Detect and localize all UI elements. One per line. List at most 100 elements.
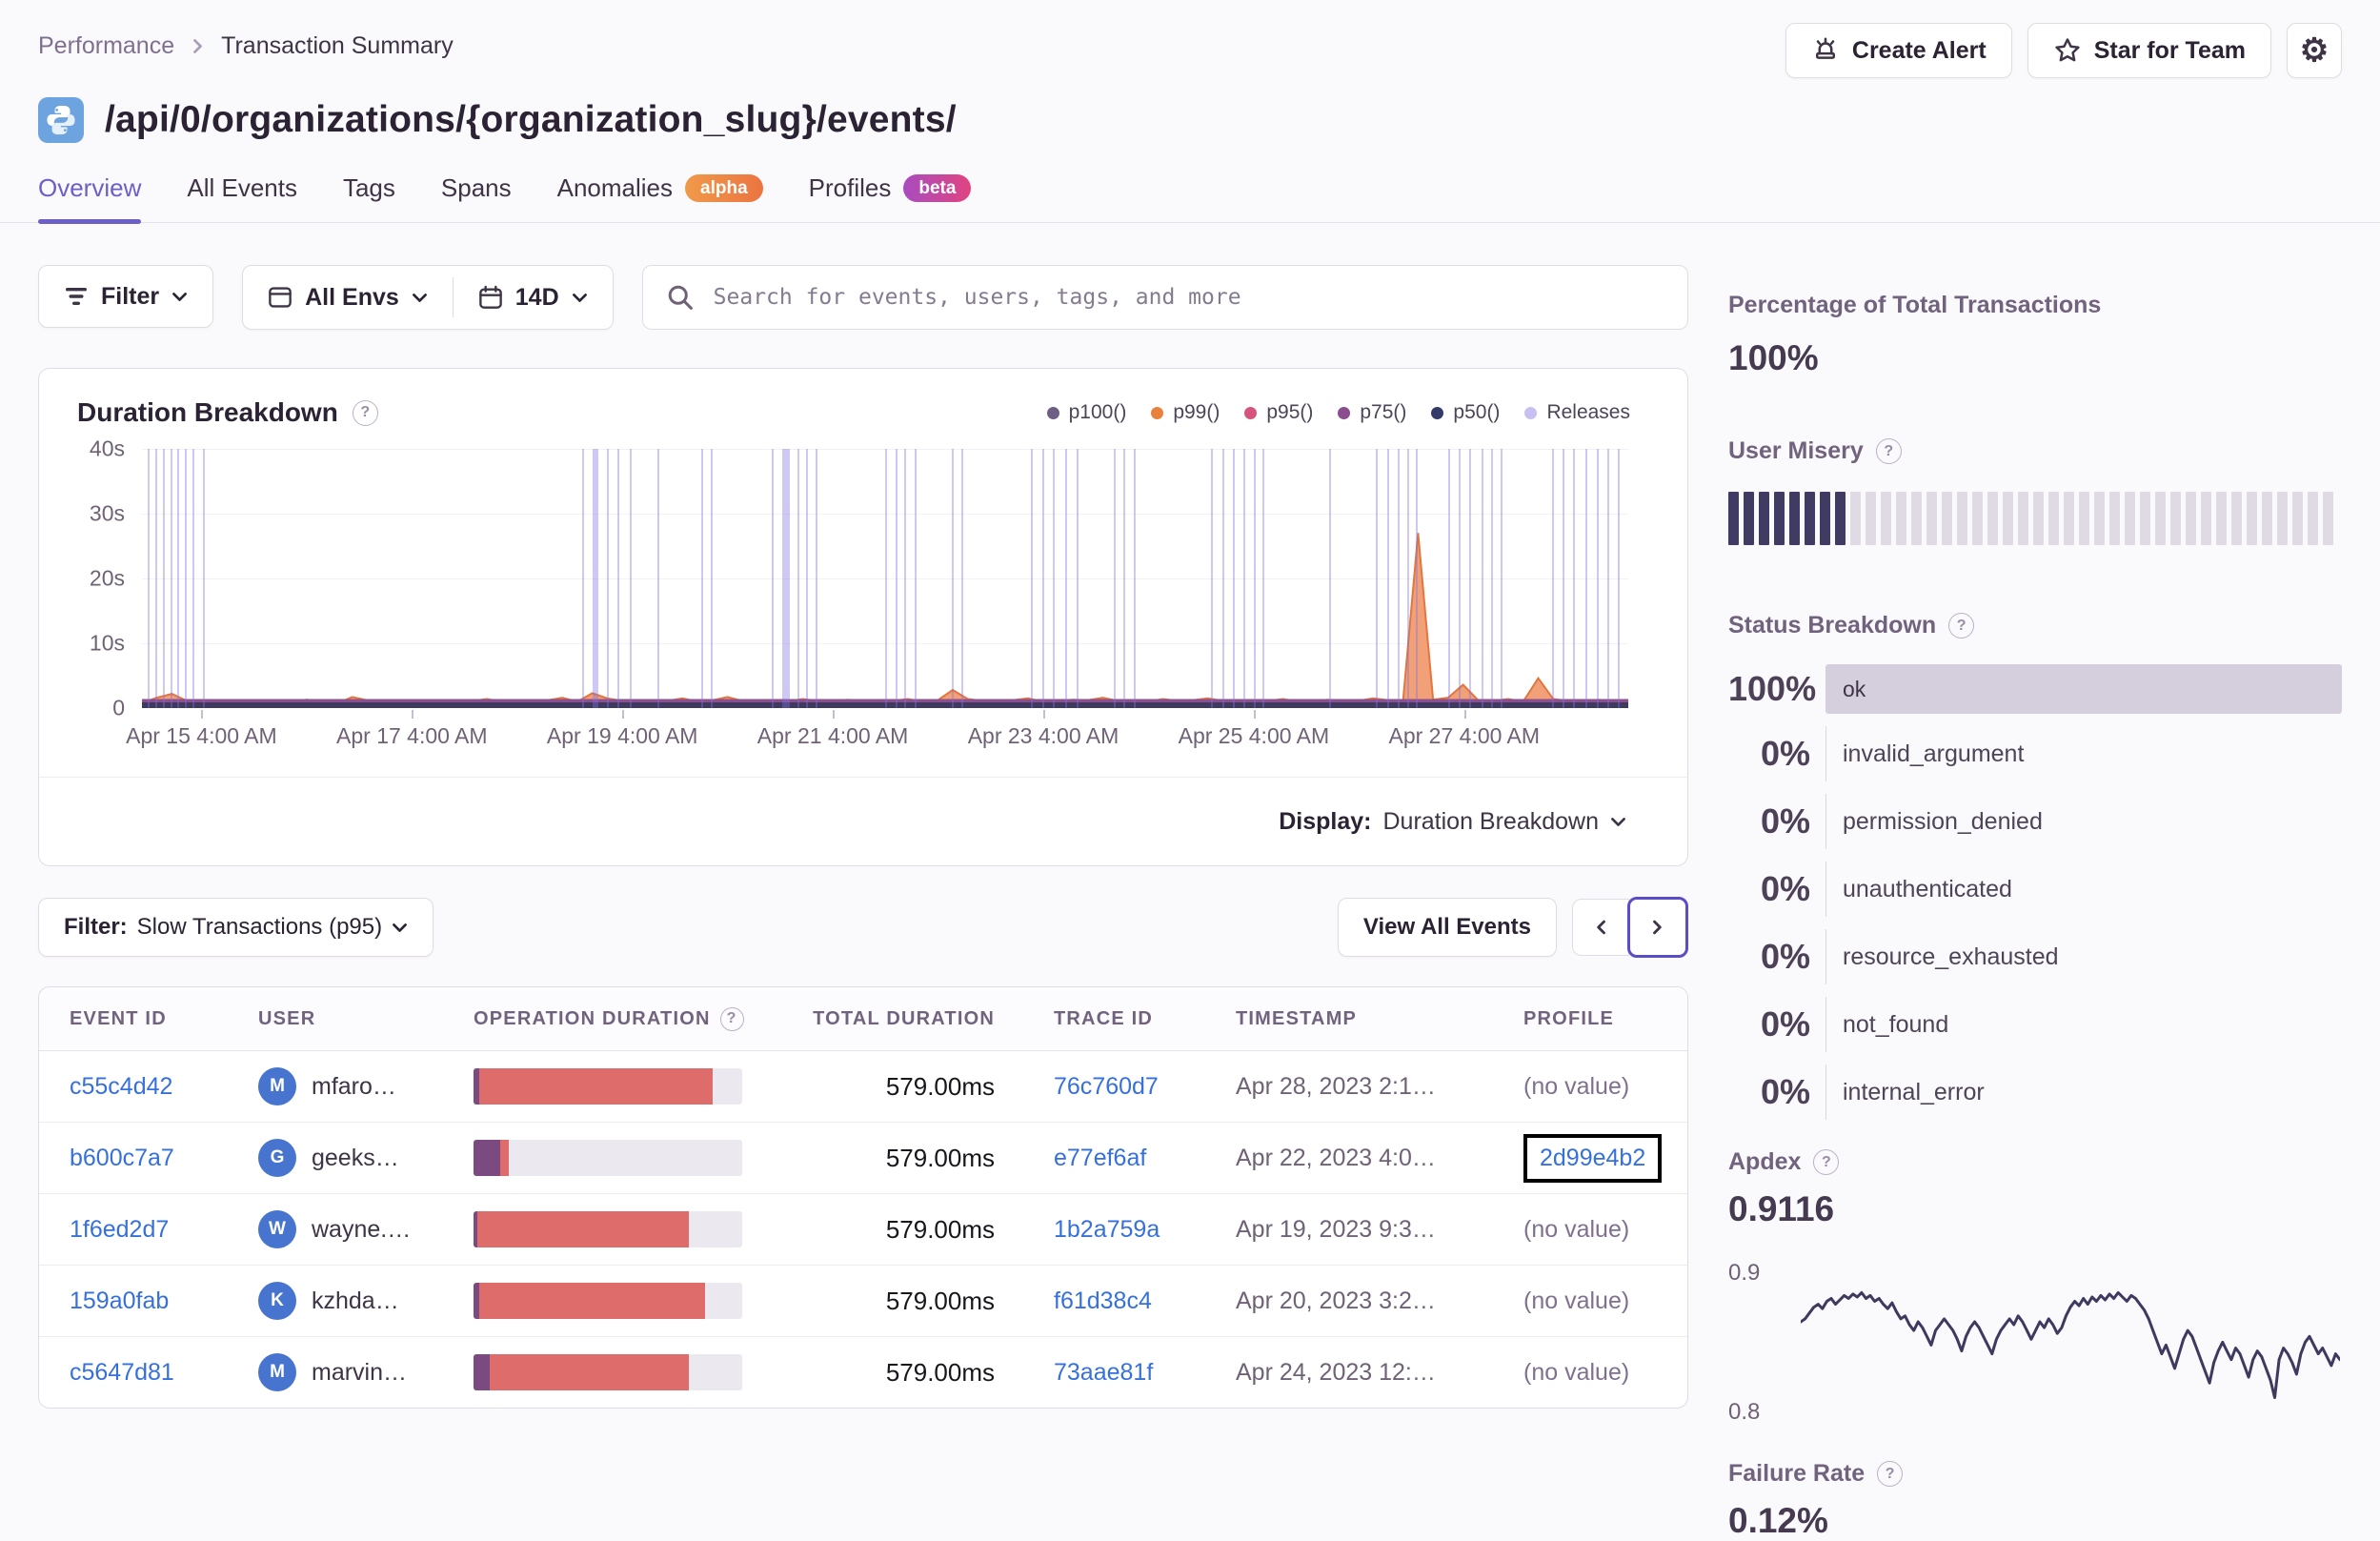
legend-item-p50[interactable]: p50() — [1431, 401, 1500, 424]
x-tick-mark — [412, 710, 414, 719]
status-label: not_found — [1843, 1010, 1949, 1038]
failure-rate-section: Failure Rate ? 0.12% — [1728, 1460, 2342, 1541]
misery-tick — [2277, 492, 2288, 545]
help-icon[interactable]: ? — [1877, 1461, 1904, 1487]
x-axis: Apr 15 4:00 AM Apr 17 4:00 AM Apr 19 4:00 … — [126, 710, 1628, 756]
chevron-down-icon — [1611, 817, 1625, 826]
misery-tick — [1881, 492, 1891, 545]
column-header-profile[interactable]: PROFILE — [1523, 1008, 1687, 1030]
y-tick-label: 20s — [89, 565, 125, 591]
operation-duration-bar[interactable] — [474, 1283, 742, 1319]
trace-id-link[interactable]: 73aae81f — [1054, 1359, 1153, 1386]
column-header-operation-duration[interactable]: OPERATION DURATION? — [474, 1006, 759, 1031]
profile-no-value: (no value) — [1523, 1072, 1630, 1100]
operation-duration-bar[interactable] — [474, 1354, 742, 1390]
percentage-total-label: Percentage of Total Transactions — [1728, 292, 2102, 318]
tab-profiles[interactable]: Profiles beta — [809, 173, 972, 222]
misery-tick — [1835, 492, 1846, 545]
user-cell: Wwayne.… — [258, 1210, 474, 1248]
misery-tick — [1957, 492, 1967, 545]
trace-id-link[interactable]: 1b2a759a — [1054, 1216, 1160, 1243]
search-input[interactable] — [711, 284, 1664, 311]
release-line — [700, 449, 703, 708]
display-dropdown[interactable]: Display: Duration Breakdown — [39, 777, 1687, 865]
avatar: W — [258, 1210, 296, 1248]
legend-item-p95[interactable]: p95() — [1244, 401, 1313, 424]
trace-id-link[interactable]: 76c760d7 — [1054, 1073, 1159, 1100]
misery-tick — [2048, 492, 2059, 545]
release-line — [915, 449, 918, 708]
operation-duration-bar[interactable] — [474, 1068, 742, 1105]
sparkline-y-max: 0.9 — [1728, 1260, 1761, 1286]
x-tick-label: Apr 23 4:00 AM — [967, 723, 1119, 748]
operation-duration-bar[interactable] — [474, 1211, 742, 1247]
legend-item-p99[interactable]: p99() — [1151, 401, 1220, 424]
release-line — [1064, 449, 1067, 708]
column-header-user[interactable]: USER — [258, 1008, 474, 1030]
timestamp-cell: Apr 19, 2023 9:3… — [1236, 1216, 1523, 1244]
help-icon[interactable]: ? — [1948, 613, 1975, 639]
misery-tick — [2231, 492, 2242, 545]
tab-overview[interactable]: Overview — [38, 173, 142, 224]
misery-tick — [2216, 492, 2227, 545]
release-line — [202, 449, 205, 708]
misery-tick — [2186, 492, 2196, 545]
status-label: internal_error — [1843, 1078, 1985, 1105]
timestamp-cell: Apr 22, 2023 4:0… — [1236, 1145, 1523, 1172]
trace-id-link[interactable]: f61d38c4 — [1054, 1288, 1152, 1314]
legend-item-p100[interactable]: p100() — [1046, 401, 1126, 424]
help-icon[interactable]: ? — [719, 1006, 744, 1031]
user-cell: Mmfaro… — [258, 1067, 474, 1105]
event-id-link[interactable]: b600c7a7 — [70, 1145, 174, 1171]
alpha-badge: alpha — [685, 174, 763, 202]
python-platform-icon — [38, 97, 84, 143]
help-icon[interactable]: ? — [1813, 1149, 1840, 1175]
previous-page-button[interactable] — [1572, 899, 1629, 956]
status-percent: 0% — [1760, 801, 1810, 841]
misery-tick — [1896, 492, 1906, 545]
date-range-dropdown[interactable]: 14D — [454, 266, 613, 329]
column-header-event-id[interactable]: EVENT ID — [70, 1008, 258, 1030]
timestamp-cell: Apr 28, 2023 2:1… — [1236, 1073, 1523, 1101]
trace-id-link[interactable]: e77ef6af — [1054, 1145, 1146, 1171]
breadcrumb-performance[interactable]: Performance — [38, 32, 174, 60]
misery-tick — [2109, 492, 2120, 545]
tab-all-events[interactable]: All Events — [187, 173, 297, 222]
env-date-control: All Envs 14D — [242, 265, 614, 330]
status-percent: 0% — [1760, 734, 1810, 773]
help-icon[interactable]: ? — [352, 399, 378, 426]
transactions-filter-dropdown[interactable]: Filter: Slow Transactions (p95) — [38, 898, 434, 957]
trace-id-cell: f61d38c4 — [995, 1288, 1236, 1315]
column-header-timestamp[interactable]: TIMESTAMP — [1236, 1008, 1523, 1030]
help-icon[interactable]: ? — [1875, 438, 1902, 464]
legend-item-Releases[interactable]: Releases — [1524, 401, 1630, 424]
tab-spans[interactable]: Spans — [441, 173, 512, 222]
column-header-total-duration[interactable]: TOTAL DURATION — [759, 1008, 995, 1030]
tab-anomalies[interactable]: Anomalies alpha — [557, 173, 763, 222]
tab-tags[interactable]: Tags — [343, 173, 395, 222]
duration-chart[interactable] — [142, 449, 1628, 708]
column-header-trace-id[interactable]: TRACE ID — [995, 1008, 1236, 1030]
create-alert-button[interactable]: Create Alert — [1785, 23, 2012, 78]
event-id-link[interactable]: c5647d81 — [70, 1359, 174, 1386]
environment-value: All Envs — [305, 283, 399, 311]
x-tick-label: Apr 19 4:00 AM — [546, 723, 698, 748]
profile-link[interactable]: 2d99e4b2 — [1540, 1145, 1645, 1171]
star-for-team-button[interactable]: Star for Team — [2027, 23, 2271, 78]
event-id-link[interactable]: 159a0fab — [70, 1288, 169, 1314]
environment-dropdown[interactable]: All Envs — [243, 266, 453, 329]
event-id-link[interactable]: 1f6ed2d7 — [70, 1216, 169, 1243]
chart-title: Duration Breakdown — [77, 397, 338, 427]
settings-button[interactable]: ⚙ — [2287, 23, 2342, 78]
operation-duration-bar[interactable] — [474, 1140, 742, 1176]
avatar: M — [258, 1067, 296, 1105]
next-page-button[interactable] — [1627, 897, 1688, 958]
view-all-events-button[interactable]: View All Events — [1337, 898, 1557, 957]
filter-dropdown[interactable]: Filter — [38, 265, 214, 328]
event-id-cell: 159a0fab — [70, 1288, 258, 1315]
misery-tick — [1728, 492, 1739, 545]
legend-item-p75[interactable]: p75() — [1338, 401, 1406, 424]
profile-cell: (no value) — [1523, 1359, 1687, 1387]
total-duration-value: 579.00ms — [885, 1143, 995, 1172]
event-id-link[interactable]: c55c4d42 — [70, 1073, 172, 1100]
